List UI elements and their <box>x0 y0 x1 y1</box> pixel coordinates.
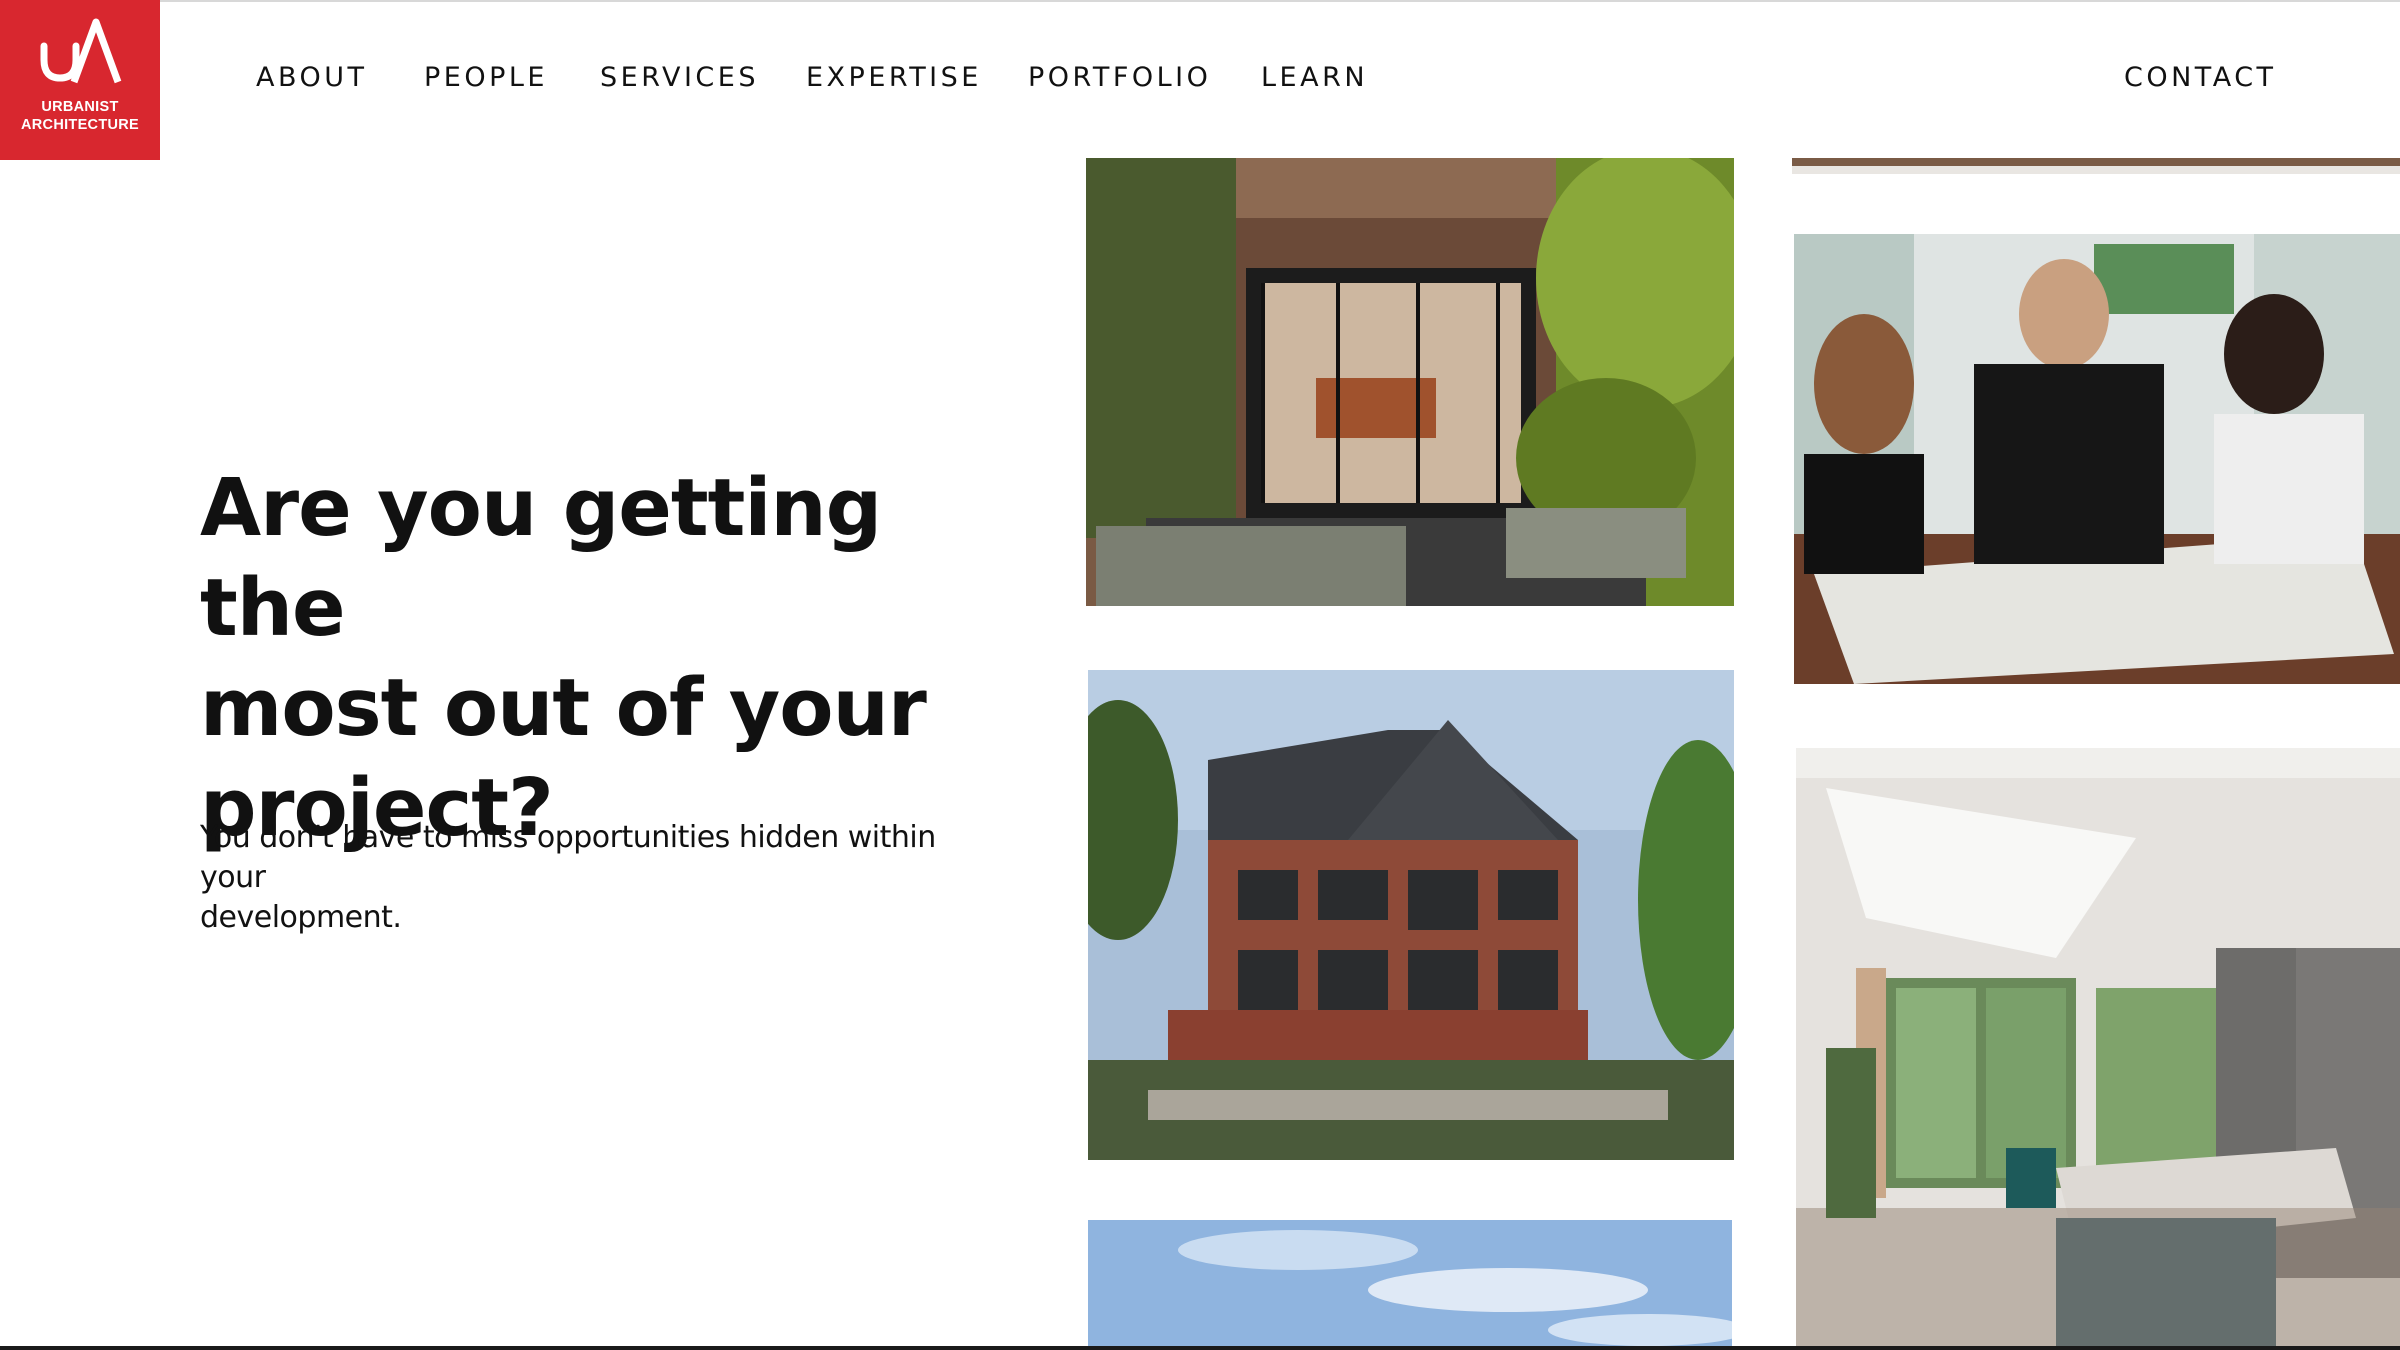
team-meeting-photo[interactable] <box>1794 234 2400 684</box>
logo-line-2: ARCHITECTURE <box>21 117 139 133</box>
nav-contact[interactable]: CONTACT <box>2124 62 2277 93</box>
house-extension-photo[interactable] <box>1086 158 1734 606</box>
nav-portfolio[interactable]: PORTFOLIO <box>1028 62 1211 93</box>
hero-subtitle: You don't have to miss opportunities hid… <box>200 818 1000 938</box>
ua-logo-icon <box>40 18 122 84</box>
hero-subtitle-line-1: You don't have to miss opportunities hid… <box>200 820 936 895</box>
nav-about[interactable]: ABOUT <box>256 62 368 93</box>
logo[interactable]: URBANIST ARCHITECTURE <box>0 0 160 160</box>
hero-title-line-1: Are you getting the <box>200 462 882 654</box>
bottom-border <box>0 1346 2400 1350</box>
top-border <box>0 0 2400 2</box>
brick-residential-building-photo[interactable] <box>1088 670 1734 1160</box>
ceiling-photo[interactable] <box>1792 158 2400 174</box>
logo-line-1: URBANIST <box>41 99 119 115</box>
hero-title-line-2: most out of your <box>200 662 927 754</box>
nav-learn[interactable]: LEARN <box>1261 62 1368 93</box>
kitchen-interior-photo[interactable] <box>1796 748 2400 1346</box>
logo-wordmark: URBANIST ARCHITECTURE <box>0 98 160 134</box>
nav-people[interactable]: PEOPLE <box>424 62 548 93</box>
hero-title: Are you getting the most out of your pro… <box>200 458 1020 858</box>
hero-subtitle-line-2: development. <box>200 900 402 935</box>
nav-services[interactable]: SERVICES <box>600 62 759 93</box>
nav-expertise[interactable]: EXPERTISE <box>806 62 982 93</box>
sky-photo[interactable] <box>1088 1220 1732 1346</box>
